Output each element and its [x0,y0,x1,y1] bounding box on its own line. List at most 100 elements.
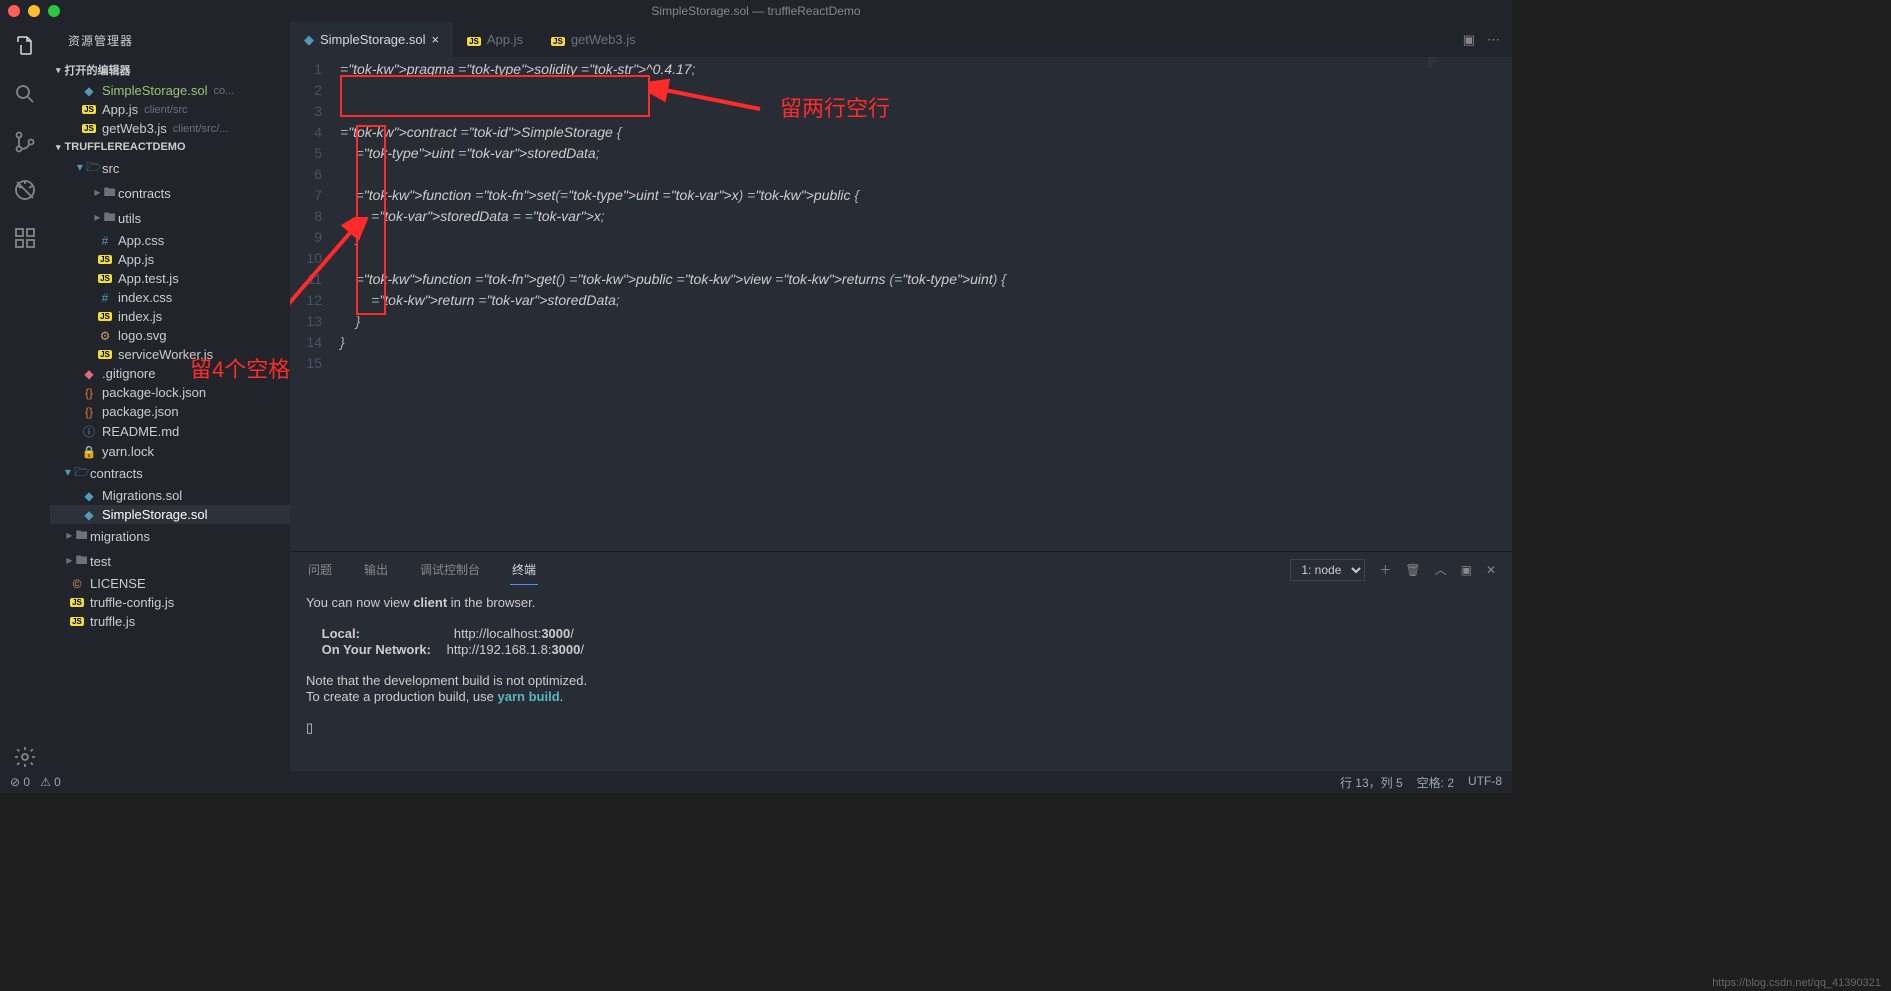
open-editor-item[interactable]: JSApp.jsclient/src [50,100,290,119]
status-encoding[interactable]: UTF-8 [1468,774,1502,791]
activity-bar [0,22,50,771]
watermark: https://blog.csdn.net/qq_41390321 [1712,977,1881,989]
open-editor-item[interactable]: ◆SimpleStorage.solco... [50,81,290,100]
panel-tab[interactable]: 输出 [362,555,390,585]
tree-item[interactable]: ▸ 🖿utils [50,206,290,231]
tree-item[interactable]: ▾ 🗁src [50,156,290,181]
sidebar-title: 资源管理器 [50,22,290,59]
settings-icon[interactable] [11,743,39,771]
code-editor[interactable]: 123456789101112131415 ="tok-kw">pragma =… [290,57,1512,551]
file-icon: JS [80,105,98,114]
status-line-col[interactable]: 行 13，列 5 [1340,774,1403,791]
file-icon: JS [96,274,114,283]
maximize-window-button[interactable] [48,5,60,17]
project-header[interactable]: ▾TRUFFLEREACTDEMO [50,138,290,156]
tree-item[interactable]: ▸ 🖿migrations [50,524,290,549]
tree-item[interactable]: JStruffle-config.js [50,593,290,612]
status-warnings[interactable]: ⚠ 0 [40,775,61,789]
file-icon: # [96,291,114,305]
file-icon: JS [68,617,86,626]
file-icon: JS [551,32,565,47]
minimap[interactable]: ▬▬▬▬▬▬▬▬▬▬▬▬▬▬▬▬▬▬ [1428,57,1498,137]
file-icon: ▾ 🗁 [68,463,86,484]
tree-item[interactable]: {}package-lock.json [50,383,290,402]
close-tab-icon[interactable]: × [432,32,440,47]
panel-up-icon[interactable]: ︿ [1435,561,1447,578]
statusbar: ⊘ 0 ⚠ 0 行 13，列 5 空格: 2 UTF-8 https://blo… [0,771,1512,793]
tree-item[interactable]: #App.css [50,231,290,250]
tree-item[interactable]: ◆SimpleStorage.sol [50,505,290,524]
arrow-icon [650,69,770,119]
tree-item[interactable]: ⓘREADME.md [50,421,290,442]
tree-item[interactable]: JSindex.js [50,307,290,326]
file-icon: ◆ [80,84,98,98]
file-icon: JS [68,598,86,607]
split-editor-icon[interactable]: ▣ [1463,32,1475,48]
panel-tab[interactable]: 调试控制台 [418,555,482,585]
new-terminal-icon[interactable]: ＋ [1379,561,1391,578]
editor-tab[interactable]: JSgetWeb3.js [537,22,650,57]
tab-actions: ▣ ⋯ [1463,22,1512,57]
panel-maximize-icon[interactable]: ▣ [1461,563,1472,577]
file-icon: ⓘ [80,423,98,440]
terminal-panel: 问题输出调试控制台终端 1: node ＋ 🗑 ︿ ▣ ✕ You can no… [290,551,1512,771]
file-icon: JS [96,350,114,359]
panel-tab[interactable]: 问题 [306,555,334,585]
file-icon: JS [96,255,114,264]
traffic-lights [8,5,60,17]
kill-terminal-icon[interactable]: 🗑 [1405,563,1420,577]
file-icon: JS [96,312,114,321]
search-icon[interactable] [11,80,39,108]
minimize-window-button[interactable] [28,5,40,17]
panel-close-icon[interactable]: ✕ [1486,563,1496,577]
titlebar: SimpleStorage.sol — truffleReactDemo [0,0,1512,22]
editor-area: ◆SimpleStorage.sol ×JSApp.jsJSgetWeb3.js… [290,22,1512,771]
file-icon: {} [80,386,98,400]
sidebar: 资源管理器 ▾打开的编辑器 ◆SimpleStorage.solco...JSA… [50,22,290,771]
tree-item[interactable]: ◆Migrations.sol [50,486,290,505]
file-icon: ◆ [80,489,98,503]
source-control-icon[interactable] [11,128,39,156]
file-icon: JS [467,32,481,47]
editor-tab[interactable]: ◆SimpleStorage.sol × [290,22,453,57]
tree-item[interactable]: JSApp.js [50,250,290,269]
status-spaces[interactable]: 空格: 2 [1417,774,1454,791]
file-icon: ◆ [80,508,98,522]
tree-item[interactable]: #index.css [50,288,290,307]
file-icon: ▸ 🖿 [68,551,86,572]
editor-tabs: ◆SimpleStorage.sol ×JSApp.jsJSgetWeb3.js… [290,22,1512,57]
arrow-icon [290,217,380,347]
code-content[interactable]: ="tok-kw">pragma ="tok-type">solidity ="… [340,57,1006,551]
file-icon: ◆ [304,32,314,48]
open-editor-item[interactable]: JSgetWeb3.jsclient/src/... [50,119,290,138]
editor-tab[interactable]: JSApp.js [453,22,537,57]
file-icon: ⚙ [96,329,114,343]
extensions-icon[interactable] [11,224,39,252]
annotation-blank-lines-text: 留两行空行 [780,91,890,123]
file-icon: {} [80,405,98,419]
annotation-indent-text: 留4个空格 [190,352,290,384]
tree-item[interactable]: JStruffle.js [50,612,290,631]
file-icon: # [96,234,114,248]
tree-item[interactable]: {}package.json [50,402,290,421]
file-icon: 🔒 [80,445,98,459]
tree-item[interactable]: ▸ 🖿test [50,549,290,574]
tree-item[interactable]: ©LICENSE [50,574,290,593]
tree-item[interactable]: ⚙logo.svg [50,326,290,345]
close-window-button[interactable] [8,5,20,17]
terminal-selector[interactable]: 1: node [1290,559,1365,581]
file-icon: ▸ 🖿 [96,208,114,229]
terminal-output[interactable]: You can now view client in the browser. … [290,587,1512,771]
panel-tab[interactable]: 终端 [510,555,538,585]
tree-item[interactable]: ▾ 🗁contracts [50,461,290,486]
status-errors[interactable]: ⊘ 0 [10,775,30,789]
tree-item[interactable]: ▸ 🖿contracts [50,181,290,206]
file-icon: JS [80,124,98,133]
open-editors-header[interactable]: ▾打开的编辑器 [50,59,290,81]
file-icon: © [68,577,86,591]
tree-item[interactable]: 🔒yarn.lock [50,442,290,461]
explorer-icon[interactable] [11,32,39,60]
tree-item[interactable]: JSApp.test.js [50,269,290,288]
more-actions-icon[interactable]: ⋯ [1487,32,1500,48]
debug-icon[interactable] [11,176,39,204]
